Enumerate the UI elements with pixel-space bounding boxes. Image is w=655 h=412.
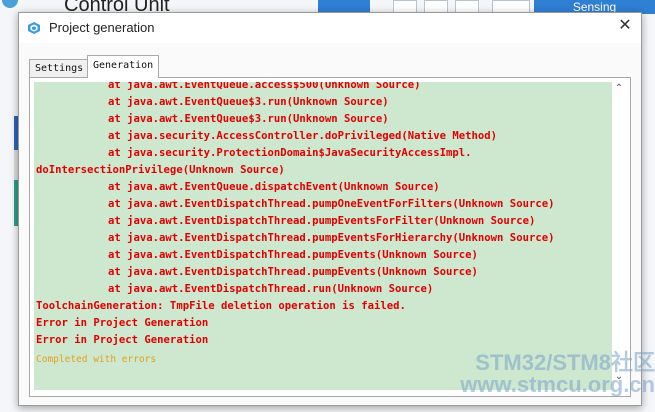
console-line: at java.awt.EventDispatchThread.run(Unkn…: [108, 283, 434, 295]
generation-panel: at java.awt.EventQueue.access$500(Unknow…: [29, 77, 631, 397]
console-line: doIntersectionPrivilege(Unknown Source): [36, 164, 285, 176]
cube-icon: [28, 22, 40, 34]
dialog-titlebar[interactable]: Project generation ✕: [19, 13, 641, 43]
console-line: at java.awt.EventDispatchThread.pumpEven…: [108, 266, 478, 278]
console-line: at java.awt.EventDispatchThread.pumpEven…: [108, 249, 478, 261]
vertical-scrollbar[interactable]: [613, 98, 625, 368]
console-line: at java.security.AccessController.doPriv…: [108, 130, 498, 142]
watermark-line-2: www.stmcu.org.cn: [460, 372, 655, 397]
site-watermark: STM32/STM8社区 www.stmcu.org.cn: [425, 352, 655, 396]
generation-status: Completed with errors: [36, 354, 157, 365]
console-line: at java.awt.EventQueue$3.run(Unknown Sou…: [108, 113, 389, 125]
console-line: at java.awt.EventDispatchThread.pumpEven…: [108, 215, 536, 227]
close-button[interactable]: ✕: [611, 15, 639, 41]
tab-settings[interactable]: Settings: [29, 59, 90, 78]
generation-console[interactable]: at java.awt.EventQueue.access$500(Unknow…: [34, 82, 612, 390]
console-line: at java.awt.EventQueue$3.run(Unknown Sou…: [108, 96, 389, 108]
console-log: at java.awt.EventQueue.access$500(Unknow…: [36, 82, 612, 349]
scroll-up-icon[interactable]: ⌃: [612, 82, 626, 96]
dialog-title: Project generation: [49, 20, 155, 35]
background-toolbar-button[interactable]: [318, 0, 370, 12]
tab-generation[interactable]: Generation: [87, 55, 160, 78]
console-line: Error in Project Generation: [36, 317, 209, 329]
project-generation-dialog: Project generation ✕ Settings Generation…: [18, 12, 642, 406]
console-line: at java.awt.EventQueue.dispatchEvent(Unk…: [108, 181, 440, 193]
console-line: at java.awt.EventQueue.access$500(Unknow…: [108, 82, 421, 91]
console-line: at java.security.ProtectionDomain$JavaSe…: [108, 147, 472, 159]
console-line: Error in Project Generation: [36, 334, 209, 346]
console-line: at java.awt.EventDispatchThread.pumpOneE…: [108, 198, 555, 210]
app-logo-icon: [2, 0, 18, 8]
console-line: at java.awt.EventDispatchThread.pumpEven…: [108, 232, 555, 244]
console-line: ToolchainGeneration: TmpFile deletion op…: [36, 300, 406, 312]
